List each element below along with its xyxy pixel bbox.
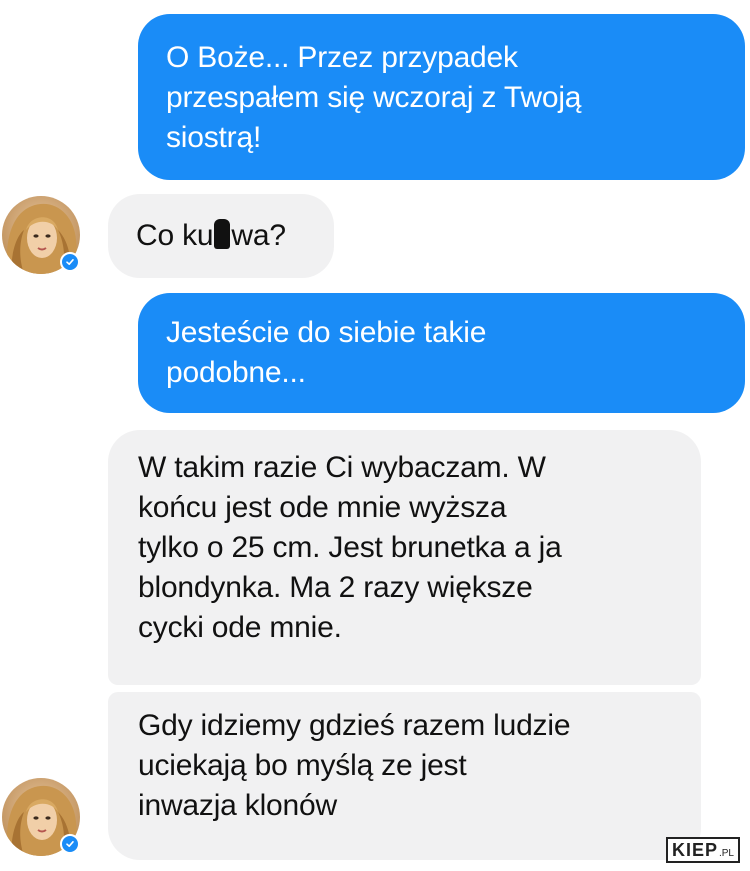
message-text-part: Co ku [136,219,214,252]
outgoing-message[interactable]: Jesteście do siebie takie podobne... [138,293,745,413]
incoming-message[interactable]: Gdy idziemy gdzieś razem ludzie uciekają… [108,692,701,860]
message-text: O Boże... Przez przypadek przespałem się… [166,41,582,154]
message-text: W takim razie Ci wybaczam. W końcu jest … [138,451,562,644]
contact-avatar[interactable] [2,778,80,856]
watermark-logo-suffix: .PL [718,847,734,859]
outgoing-message[interactable]: O Boże... Przez przypadek przespałem się… [138,14,745,180]
site-watermark: KIEP .PL [665,837,740,863]
message-text-part: wa? [231,219,286,252]
censor-mark [214,219,231,249]
incoming-message[interactable]: Co ku wa? [108,194,334,278]
contact-avatar[interactable] [2,196,80,274]
verified-check-icon [60,252,80,272]
verified-check-icon [60,834,80,854]
watermark-logo-text: KIEP [671,839,718,860]
message-text: Gdy idziemy gdzieś razem ludzie uciekają… [138,709,571,822]
message-text: Jesteście do siebie takie podobne... [166,316,487,389]
incoming-message[interactable]: W takim razie Ci wybaczam. W końcu jest … [108,430,701,685]
